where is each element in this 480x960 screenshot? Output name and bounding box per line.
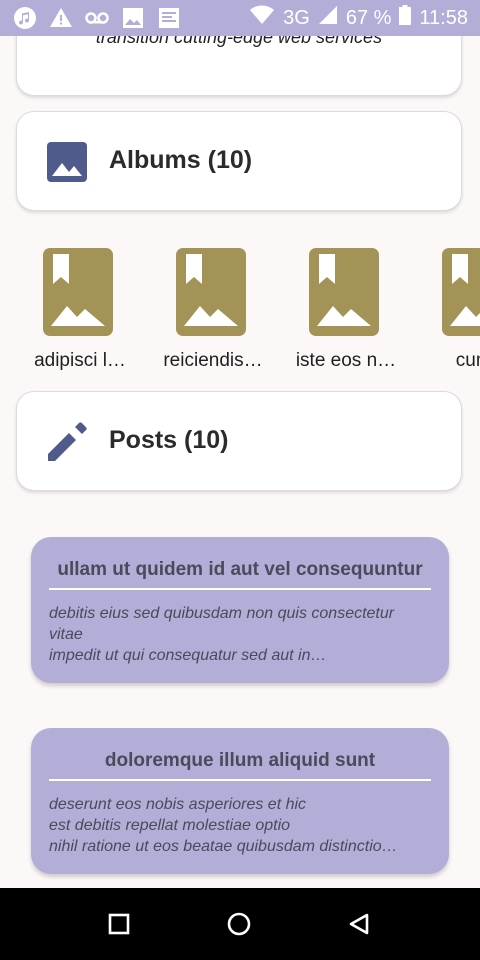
clock: 11:58 [419,6,468,29]
album-item[interactable]: reiciendis… [150,248,276,372]
album-thumbnail-icon [309,248,379,336]
albums-list[interactable]: adipisci l… reiciendis… iste eos n… cu [0,248,480,378]
post-body: debitis eius sed quibusdam non quis cons… [49,603,431,666]
post-body-line: deserunt eos nobis asperiores et hic [49,796,307,813]
app-screen: 3G 67 % 11:58 transition cutting-edge we… [0,0,480,960]
album-title: adipisci l… [34,350,126,371]
post-body-line: est debitis repellat molestiae optio [49,817,291,834]
album-thumbnail-icon [43,248,113,336]
post-body-line: impedit ut qui consequatur sed aut in… [49,647,327,664]
notification-icons [12,5,182,31]
post-card[interactable]: doloremque illum aliquid sunt deserunt e… [31,728,449,874]
music-icon [12,5,38,31]
battery-level: 67 % [345,6,392,29]
voicemail-icon [84,5,110,31]
album-item[interactable]: iste eos n… [283,248,409,372]
albums-section-title: Albums (10) [109,146,253,174]
pencil-icon [48,422,87,461]
post-body-line: vitae [49,626,83,643]
back-icon[interactable] [345,910,373,938]
album-item[interactable]: adipisci l… [17,248,143,372]
posts-section-title: Posts (10) [109,426,229,454]
post-body-line: debitis eius sed quibusdam non quis cons… [49,605,395,622]
album-title: cumq [455,350,480,371]
image-icon [120,5,146,31]
image-icon [47,142,87,182]
posts-header-card[interactable]: Posts (10) [16,391,462,491]
album-item[interactable]: cumq [416,248,480,372]
albums-header-card[interactable]: Albums (10) [16,111,462,211]
signal-icon [318,5,338,31]
warning-icon [48,5,74,31]
battery-icon [399,5,412,31]
album-thumbnail-icon [442,248,480,336]
post-title: ullam ut quidem id aut vel consequuntur [57,559,423,580]
post-card[interactable]: ullam ut quidem id aut vel consequuntur … [31,537,449,683]
album-title: iste eos n… [295,350,397,371]
post-body: deserunt eos nobis asperiores et hic est… [49,794,431,857]
album-thumbnail-icon [176,248,246,336]
post-divider [49,588,431,590]
recent-apps-icon[interactable] [105,910,133,938]
post-divider [49,779,431,781]
post-body-line: nihil ratione ut eos beatae quibusdam di… [49,838,398,855]
status-bar: 3G 67 % 11:58 [0,0,480,36]
home-icon[interactable] [225,910,253,938]
news-icon [156,5,182,31]
system-status: 3G 67 % 11:58 [249,0,468,36]
navigation-bar [0,888,480,960]
wifi-icon [249,5,275,31]
album-title: reiciendis… [163,350,263,371]
post-title: doloremque illum aliquid sunt [104,750,376,771]
network-type: 3G [283,6,310,29]
